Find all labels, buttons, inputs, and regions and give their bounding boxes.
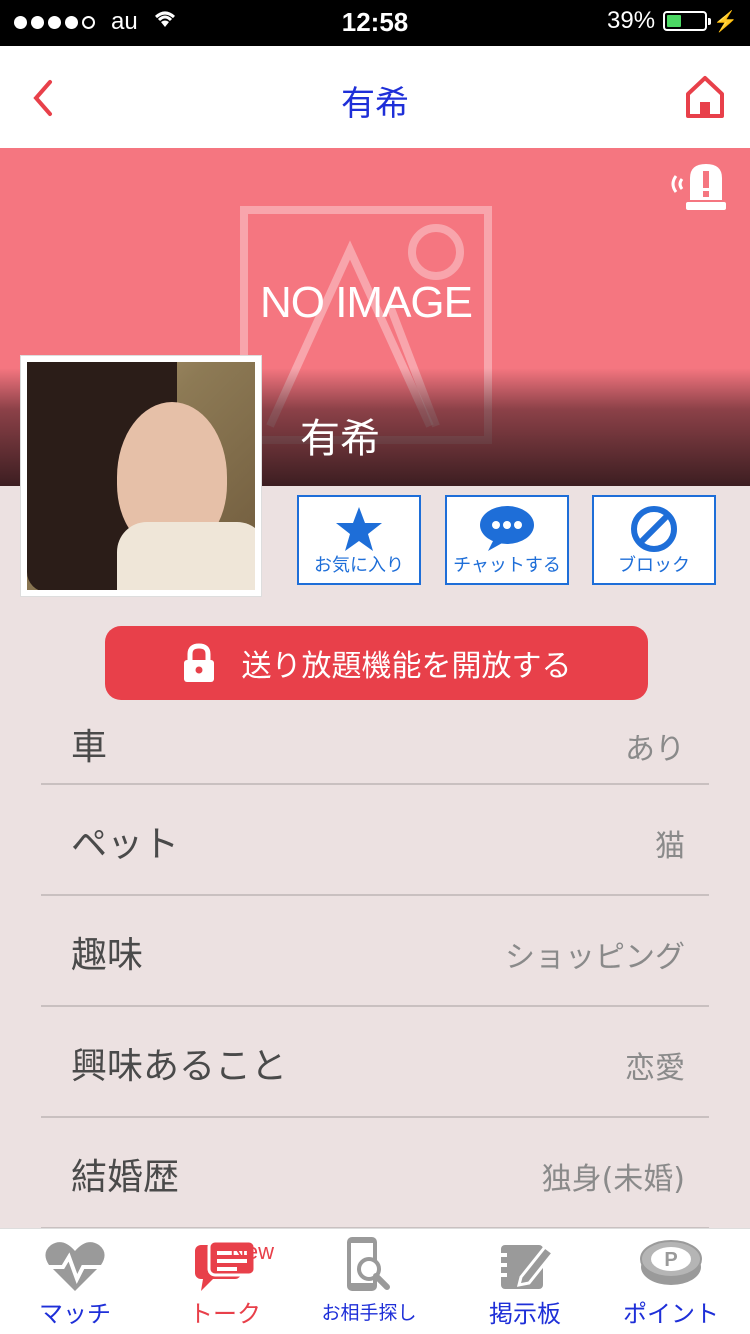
tab-bar: マッチ トーク New お相手探し 掲示板 P ポイント bbox=[0, 1228, 750, 1334]
row-label: 趣味 bbox=[71, 935, 144, 976]
new-badge: New bbox=[230, 1239, 275, 1264]
tab-label: マッチ bbox=[39, 1300, 111, 1328]
row-label: ペット bbox=[71, 824, 180, 865]
tab-board[interactable]: 掲示板 bbox=[450, 1229, 600, 1334]
nav-bar: 有希 bbox=[0, 46, 750, 148]
battery-status: 39% ⚡ bbox=[607, 7, 738, 35]
tab-label: 掲示板 bbox=[489, 1300, 561, 1328]
row-value: あり bbox=[625, 732, 685, 767]
chat-bubble-icon bbox=[480, 506, 534, 551]
no-image-text: NO IMAGE bbox=[259, 278, 473, 327]
row-value: 独身(未婚) bbox=[541, 1162, 685, 1197]
alert-siren-icon bbox=[671, 164, 726, 210]
star-icon bbox=[336, 507, 382, 551]
profile-row-marriage: 結婚歴 独身(未婚) bbox=[41, 1118, 709, 1229]
row-label: 車 bbox=[71, 727, 108, 768]
board-icon bbox=[497, 1244, 555, 1289]
tab-label: トーク bbox=[189, 1300, 261, 1328]
avatar-image bbox=[27, 362, 255, 590]
tab-label: ポイント bbox=[623, 1300, 719, 1328]
profile-row-pet: ペット 猫 bbox=[41, 785, 709, 896]
block-icon bbox=[631, 506, 677, 552]
tab-label: お相手探し bbox=[321, 1302, 417, 1324]
row-value: ショッピング bbox=[505, 940, 685, 975]
profile-row-hobby: 趣味 ショッピング bbox=[41, 896, 709, 1007]
home-button[interactable] bbox=[684, 74, 726, 120]
favorite-label: お気に入り bbox=[314, 555, 404, 576]
point-icon: P bbox=[640, 1240, 702, 1285]
profile-row-car: 車 あり bbox=[41, 674, 709, 785]
report-button[interactable] bbox=[668, 160, 730, 212]
heartbeat-icon bbox=[45, 1242, 105, 1291]
tab-talk[interactable]: トーク bbox=[150, 1229, 300, 1334]
block-button[interactable]: ブロック bbox=[592, 495, 716, 585]
battery-fill bbox=[667, 15, 682, 27]
home-icon bbox=[686, 76, 724, 118]
profile-row-interest: 興味あること 恋愛 bbox=[41, 1007, 709, 1118]
battery-icon bbox=[663, 11, 712, 31]
tab-search[interactable]: お相手探し bbox=[294, 1229, 444, 1334]
charging-icon: ⚡ bbox=[713, 10, 738, 33]
chat-button[interactable]: チャットする bbox=[445, 495, 569, 585]
block-label: ブロック bbox=[618, 555, 690, 576]
status-bar: au 12:58 39% ⚡ bbox=[0, 0, 750, 46]
battery-percent: 39% bbox=[607, 7, 656, 34]
row-value: 恋愛 bbox=[625, 1051, 685, 1086]
svg-text:P: P bbox=[664, 1249, 677, 1271]
row-label: 結婚歴 bbox=[71, 1157, 180, 1198]
phone-search-icon bbox=[347, 1237, 390, 1291]
tab-match[interactable]: マッチ bbox=[0, 1229, 150, 1334]
page-title: 有希 bbox=[341, 84, 409, 124]
row-label: 興味あること bbox=[71, 1046, 288, 1087]
profile-name: 有希 bbox=[300, 416, 380, 462]
tab-points[interactable]: P ポイント bbox=[596, 1229, 746, 1334]
row-value: 猫 bbox=[655, 829, 685, 864]
chat-label: チャットする bbox=[453, 555, 561, 576]
profile-photo[interactable] bbox=[20, 355, 262, 597]
favorite-button[interactable]: お気に入り bbox=[297, 495, 421, 585]
